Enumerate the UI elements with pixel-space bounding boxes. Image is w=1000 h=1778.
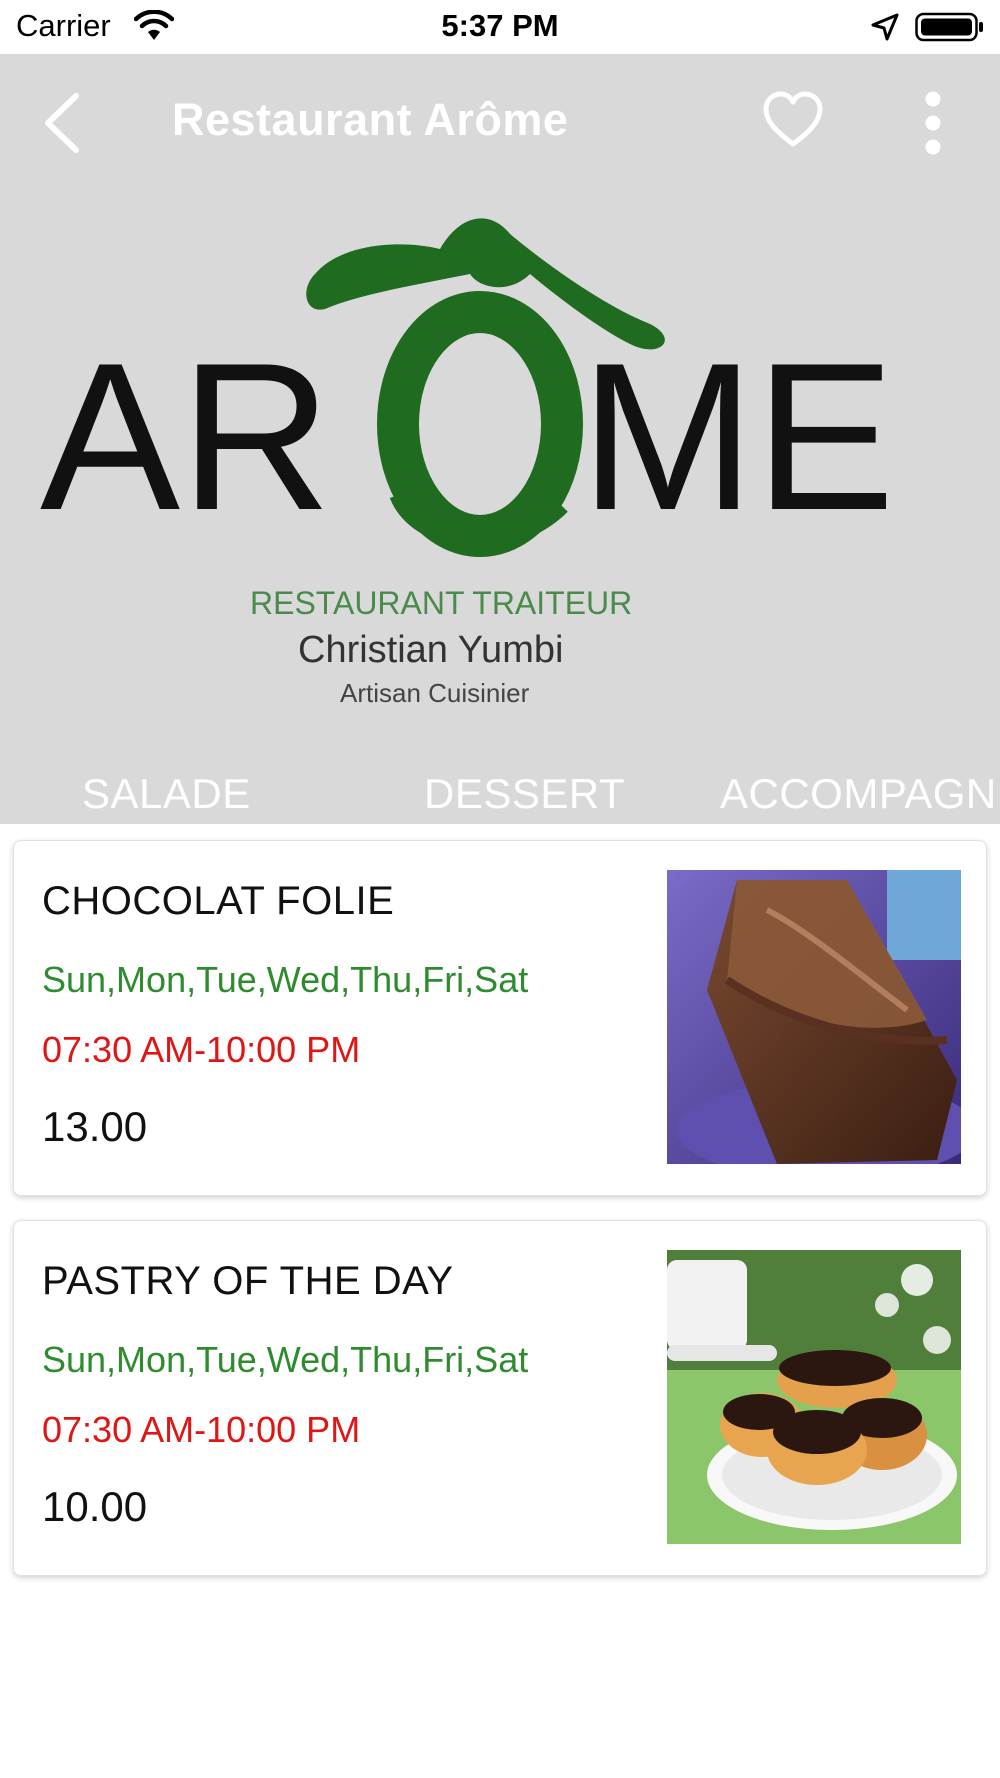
clock: 5:37 PM	[441, 8, 559, 43]
back-button[interactable]	[38, 88, 88, 158]
location-arrow-icon	[871, 13, 899, 41]
item-name: CHOCOLAT FOLIE	[42, 879, 395, 923]
menu-item-card[interactable]: PASTRY OF THE DAY Sun,Mon,Tue,Wed,Thu,Fr…	[13, 1220, 987, 1576]
item-name: PASTRY OF THE DAY	[42, 1259, 454, 1303]
tab-dessert[interactable]: DESSERT	[424, 754, 644, 824]
page-title: Restaurant Arôme	[172, 94, 569, 145]
status-bar: Carrier 5:37 PM	[0, 0, 1000, 54]
item-days: Sun,Mon,Tue,Wed,Thu,Fri,Sat	[42, 1339, 529, 1380]
tab-salade[interactable]: SALADE	[82, 754, 302, 824]
item-price: 13.00	[42, 1103, 148, 1150]
logo-chef-name: Christian Yumbi	[298, 629, 563, 671]
item-price: 10.00	[42, 1483, 148, 1530]
logo-text-left: AR	[40, 319, 332, 554]
tab-accompagnement[interactable]: ACCOMPAGN...	[720, 754, 1000, 824]
restaurant-header: Restaurant Arôme AR ME RESTAURANT TRAITE…	[0, 54, 1000, 824]
logo-text-right: ME	[580, 319, 895, 554]
favorite-heart-icon[interactable]	[762, 90, 824, 152]
more-options-icon[interactable]	[916, 90, 950, 156]
category-tabs: SALADE DESSERT ACCOMPAGN...	[0, 754, 1000, 824]
logo-chef-role: Artisan Cuisinier	[340, 678, 530, 708]
logo-subtitle: RESTAURANT TRAITEUR	[250, 585, 632, 621]
eclairs-image	[667, 1250, 961, 1544]
chocolate-cake-image	[667, 870, 961, 1164]
item-days: Sun,Mon,Tue,Wed,Thu,Fri,Sat	[42, 959, 529, 1000]
item-hours: 07:30 AM-10:00 PM	[42, 1409, 361, 1450]
restaurant-logo: AR ME RESTAURANT TRAITEUR Christian Yumb…	[40, 218, 895, 708]
menu-item-card[interactable]: CHOCOLAT FOLIE Sun,Mon,Tue,Wed,Thu,Fri,S…	[13, 840, 987, 1196]
battery-icon	[915, 12, 983, 42]
item-hours: 07:30 AM-10:00 PM	[42, 1029, 361, 1070]
